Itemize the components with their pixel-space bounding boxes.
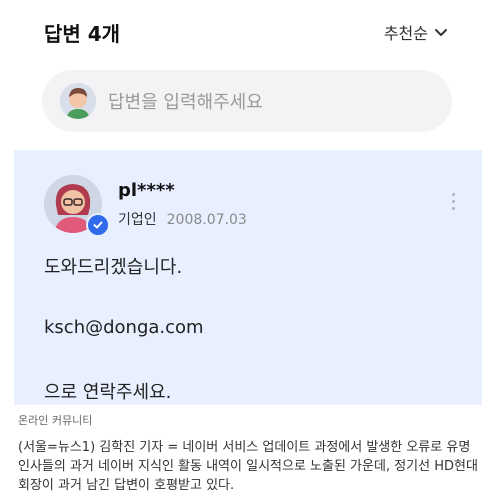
answer-line-2: ksch@donga.com <box>44 317 204 338</box>
answer-date: 2008.07.03 <box>166 212 247 228</box>
verified-check-icon <box>86 213 110 237</box>
answer-meta: 기업인 2008.07.03 <box>118 209 247 229</box>
avatar-illustration <box>60 83 96 119</box>
answer-card: pl**** 기업인 2008.07.03 도와드리겠습니다. ksch@dong… <box>14 150 482 405</box>
more-vertical-icon[interactable] <box>452 193 458 210</box>
answer-username[interactable]: pl**** <box>118 180 175 201</box>
answers-header-area: 답변 4개 추천순 답변을 입력해주세요 <box>0 0 492 150</box>
article-text: (서울=뉴스1) 김학진 기자 = 네이버 서비스 업데이트 과정에서 발생한 … <box>18 440 478 493</box>
answer-line-3: 으로 연락주세요. <box>44 382 172 403</box>
my-avatar <box>60 83 96 119</box>
sort-label: 추천순 <box>383 24 428 43</box>
answers-count-title: 답변 4개 <box>44 22 121 46</box>
chevron-down-icon <box>435 29 447 36</box>
answer-input[interactable]: 답변을 입력해주세요 <box>42 70 452 132</box>
image-source-caption: 온라인 커뮤니티 <box>18 414 93 427</box>
user-role: 기업인 <box>118 212 157 228</box>
sort-dropdown[interactable]: 추천순 <box>384 20 448 44</box>
answer-input-placeholder: 답변을 입력해주세요 <box>108 92 263 113</box>
answer-line-1: 도와드리겠습니다. <box>44 257 183 278</box>
